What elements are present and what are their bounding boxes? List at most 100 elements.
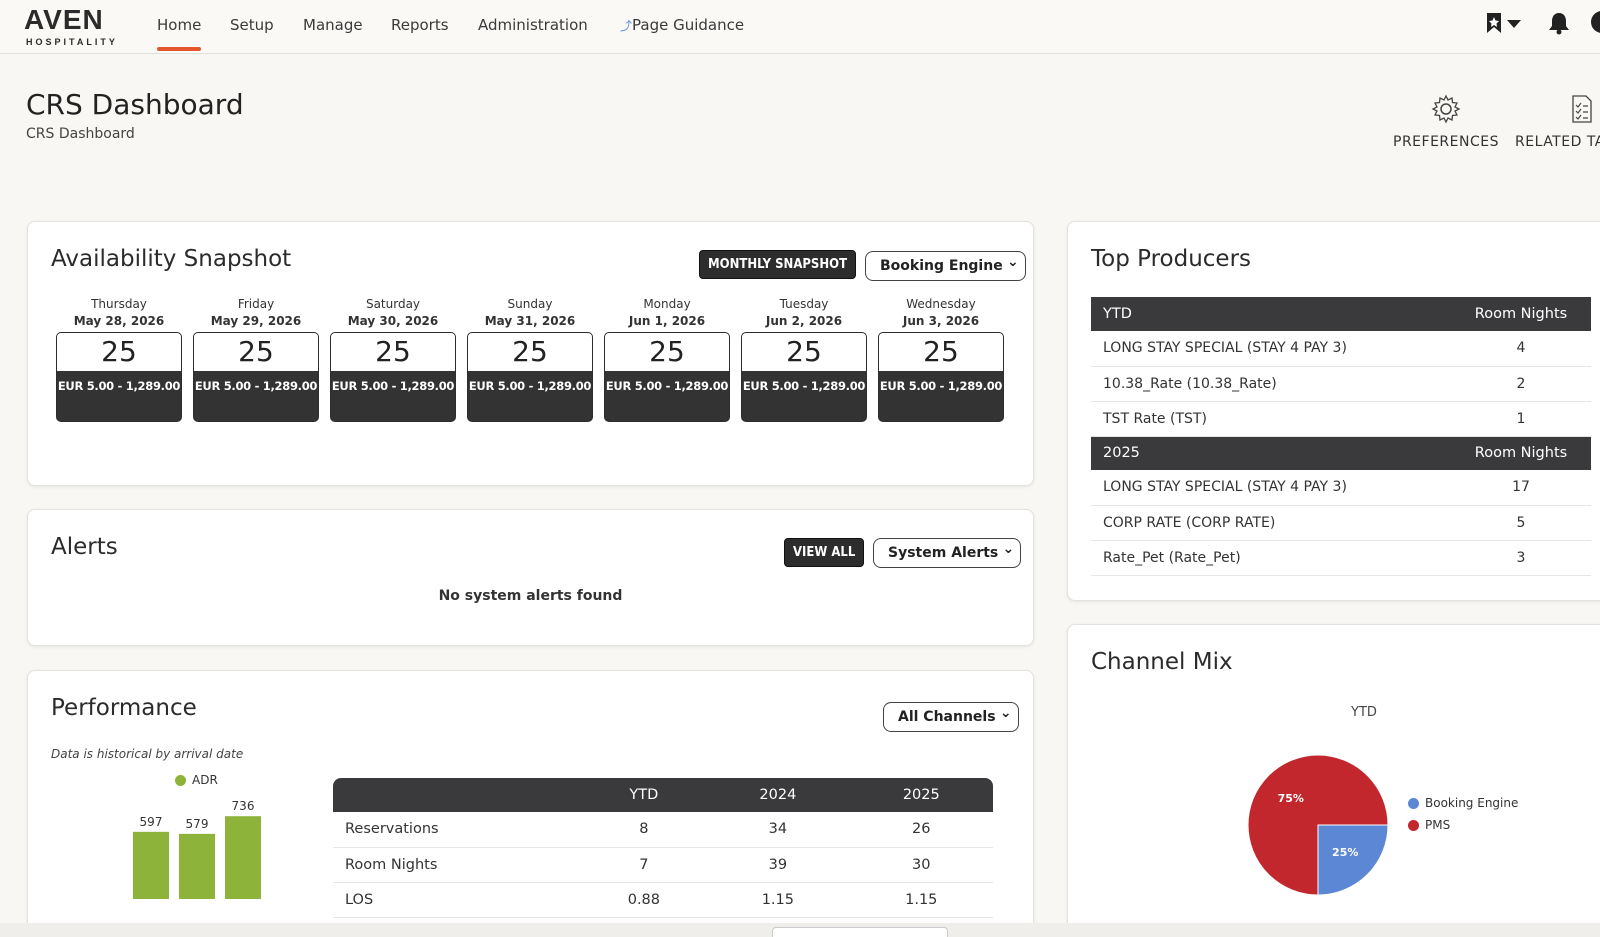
availability-day[interactable]: Tuesday Jun 2, 2026 25 EUR 5.00 - 1,289.00	[741, 297, 867, 422]
aven-logo[interactable]: AVEN HOSPITALITY	[24, 4, 124, 48]
page-title: CRS Dashboard	[26, 88, 244, 121]
table-cell: 1.15	[706, 882, 850, 918]
producer-section-header: 2025 Room Nights	[1091, 436, 1591, 470]
legend-label: Booking Engine	[1425, 796, 1519, 810]
nav-manage[interactable]: Manage	[303, 16, 363, 34]
top-producers-card: Top Producers YTD Room Nights LONG STAY SP…	[1067, 221, 1600, 601]
table-row: Room Nights 7 39 30	[333, 847, 993, 883]
availability-day[interactable]: Friday May 29, 2026 25 EUR 5.00 - 1,289.00	[193, 297, 319, 422]
performance-channel-select[interactable]: All Channels	[883, 702, 1019, 732]
day-availability-box[interactable]: 25 EUR 5.00 - 1,289.00	[56, 332, 182, 422]
channel-mix-card: Channel Mix YTD 25% 75% Booking Engine PMS	[1067, 624, 1600, 937]
table-row: Reservations 8 34 26	[333, 812, 993, 848]
adr-bar-chart: 597 579 736	[133, 799, 261, 899]
nav-page-guidance-label: Page Guidance	[632, 16, 745, 34]
adr-bar[interactable]	[179, 833, 215, 899]
day-available-count: 25	[605, 333, 729, 371]
producer-col-header: Room Nights	[1451, 297, 1591, 331]
table-row: LOS 0.88 1.15 1.15	[333, 882, 993, 918]
alerts-empty-message: No system alerts found	[438, 588, 623, 604]
availability-day[interactable]: Saturday May 30, 2026 25 EUR 5.00 - 1,289.0…	[330, 297, 456, 422]
adr-legend-swatch	[175, 775, 186, 786]
producer-name: LONG STAY SPECIAL (STAY 4 PAY 3)	[1091, 331, 1451, 367]
performance-table: YTD 2024 2025 Reservations 8 34 26 Room Nights…	[333, 778, 993, 918]
adr-bar[interactable]	[133, 831, 169, 899]
day-date: May 29, 2026	[210, 314, 302, 328]
producer-row[interactable]: Rate_Pet (Rate_Pet) 3	[1091, 540, 1591, 576]
producer-name: Rate_Pet (Rate_Pet)	[1091, 540, 1451, 576]
day-weekday: Monday	[643, 297, 691, 311]
nav-setup[interactable]: Setup	[230, 16, 274, 34]
availability-snapshot-card: Availability Snapshot MONTHLY SNAPSHOT B…	[27, 221, 1034, 486]
user-avatar-icon[interactable]	[1590, 10, 1600, 34]
nav-reports[interactable]: Reports	[391, 16, 449, 34]
alerts-title: Alerts	[51, 534, 118, 560]
monthly-snapshot-button[interactable]: MONTHLY SNAPSHOT	[699, 250, 857, 279]
channel-mix-title: Channel Mix	[1091, 649, 1233, 675]
performance-channel-value: All Channels	[898, 709, 996, 725]
day-rate-range: EUR 5.00 - 1,289.00	[879, 379, 1003, 393]
day-availability-box[interactable]: 25 EUR 5.00 - 1,289.00	[741, 332, 867, 422]
day-availability-box[interactable]: 25 EUR 5.00 - 1,289.00	[193, 332, 319, 422]
producer-room-nights: 2	[1451, 366, 1591, 402]
adr-bar[interactable]	[225, 816, 261, 899]
pie-slice-label: 75%	[1278, 792, 1304, 805]
performance-title: Performance	[51, 695, 197, 721]
alerts-filter-select[interactable]: System Alerts	[873, 538, 1022, 568]
legend-item[interactable]: Booking Engine	[1408, 796, 1518, 810]
performance-col-header: 2024	[706, 778, 850, 812]
day-weekday: Thursday	[91, 297, 147, 311]
preferences-button[interactable]: PREFERENCES	[1386, 94, 1506, 150]
view-all-alerts-button[interactable]: VIEW ALL	[784, 538, 865, 567]
day-date: Jun 2, 2026	[765, 314, 843, 328]
adr-legend[interactable]: ADR	[175, 773, 218, 787]
day-availability-box[interactable]: 25 EUR 5.00 - 1,289.00	[604, 332, 730, 422]
producer-row[interactable]: LONG STAY SPECIAL (STAY 4 PAY 3) 17	[1091, 470, 1591, 506]
producer-row[interactable]: CORP RATE (CORP RATE) 5	[1091, 505, 1591, 541]
table-cell: 26	[849, 812, 993, 848]
performance-col-header	[333, 778, 582, 812]
legend-label: PMS	[1425, 818, 1451, 832]
pie-slice[interactable]	[1317, 824, 1389, 896]
day-rate-range: EUR 5.00 - 1,289.00	[468, 379, 592, 393]
producer-period: YTD	[1091, 297, 1451, 331]
day-weekday: Friday	[237, 297, 275, 311]
alerts-card: Alerts VIEW ALL System Alerts No system …	[27, 509, 1034, 646]
adr-legend-label: ADR	[192, 773, 218, 787]
availability-day[interactable]: Thursday May 28, 2026 25 EUR 5.00 - 1,289.0…	[56, 297, 182, 422]
day-availability-box[interactable]: 25 EUR 5.00 - 1,289.00	[330, 332, 456, 422]
producer-room-nights: 17	[1451, 470, 1591, 506]
day-rate-range: EUR 5.00 - 1,289.00	[605, 379, 729, 393]
producer-name: LONG STAY SPECIAL (STAY 4 PAY 3)	[1091, 470, 1451, 506]
availability-day[interactable]: Wednesday Jun 3, 2026 25 EUR 5.00 - 1,289.0…	[878, 297, 1004, 422]
bottom-tab[interactable]	[772, 927, 948, 937]
day-available-count: 25	[194, 333, 318, 371]
producer-row[interactable]: 10.38_Rate (10.38_Rate) 2	[1091, 366, 1591, 402]
producer-row[interactable]: TST Rate (TST) 1	[1091, 401, 1591, 437]
bookmark-menu-icon[interactable]	[1485, 12, 1527, 36]
related-tasks-button[interactable]: RELATED TA	[1515, 94, 1600, 150]
table-cell: 0.88	[581, 882, 707, 918]
day-availability-box[interactable]: 25 EUR 5.00 - 1,289.00	[467, 332, 593, 422]
nav-administration[interactable]: Administration	[478, 16, 588, 34]
nav-home[interactable]: Home	[157, 16, 201, 34]
availability-channel-select[interactable]: Booking Engine	[865, 251, 1026, 281]
performance-note: Data is historical by arrival date	[51, 747, 244, 761]
legend-swatch	[1408, 820, 1419, 831]
availability-day[interactable]: Monday Jun 1, 2026 25 EUR 5.00 - 1,289.00	[604, 297, 730, 422]
producer-row[interactable]: LONG STAY SPECIAL (STAY 4 PAY 3) 4	[1091, 331, 1591, 367]
day-date: Jun 3, 2026	[902, 314, 980, 328]
table-cell: Reservations	[333, 812, 582, 848]
producer-name: CORP RATE (CORP RATE)	[1091, 505, 1451, 541]
active-nav-indicator	[157, 47, 201, 51]
legend-item[interactable]: PMS	[1408, 818, 1518, 832]
producer-name: 10.38_Rate (10.38_Rate)	[1091, 366, 1451, 402]
bell-icon[interactable]	[1548, 11, 1570, 35]
channel-mix-subtitle: YTD	[1351, 705, 1377, 720]
performance-col-header: YTD	[581, 778, 707, 812]
top-producers-table: YTD Room Nights LONG STAY SPECIAL (STAY 4 …	[1091, 297, 1591, 576]
top-nav: AVEN HOSPITALITY Home Setup Manage Repor…	[0, 0, 1600, 54]
day-availability-box[interactable]: 25 EUR 5.00 - 1,289.00	[878, 332, 1004, 422]
nav-page-guidance[interactable]: ⤴Page Guidance	[620, 16, 744, 34]
availability-day[interactable]: Sunday May 31, 2026 25 EUR 5.00 - 1,289.00	[467, 297, 593, 422]
